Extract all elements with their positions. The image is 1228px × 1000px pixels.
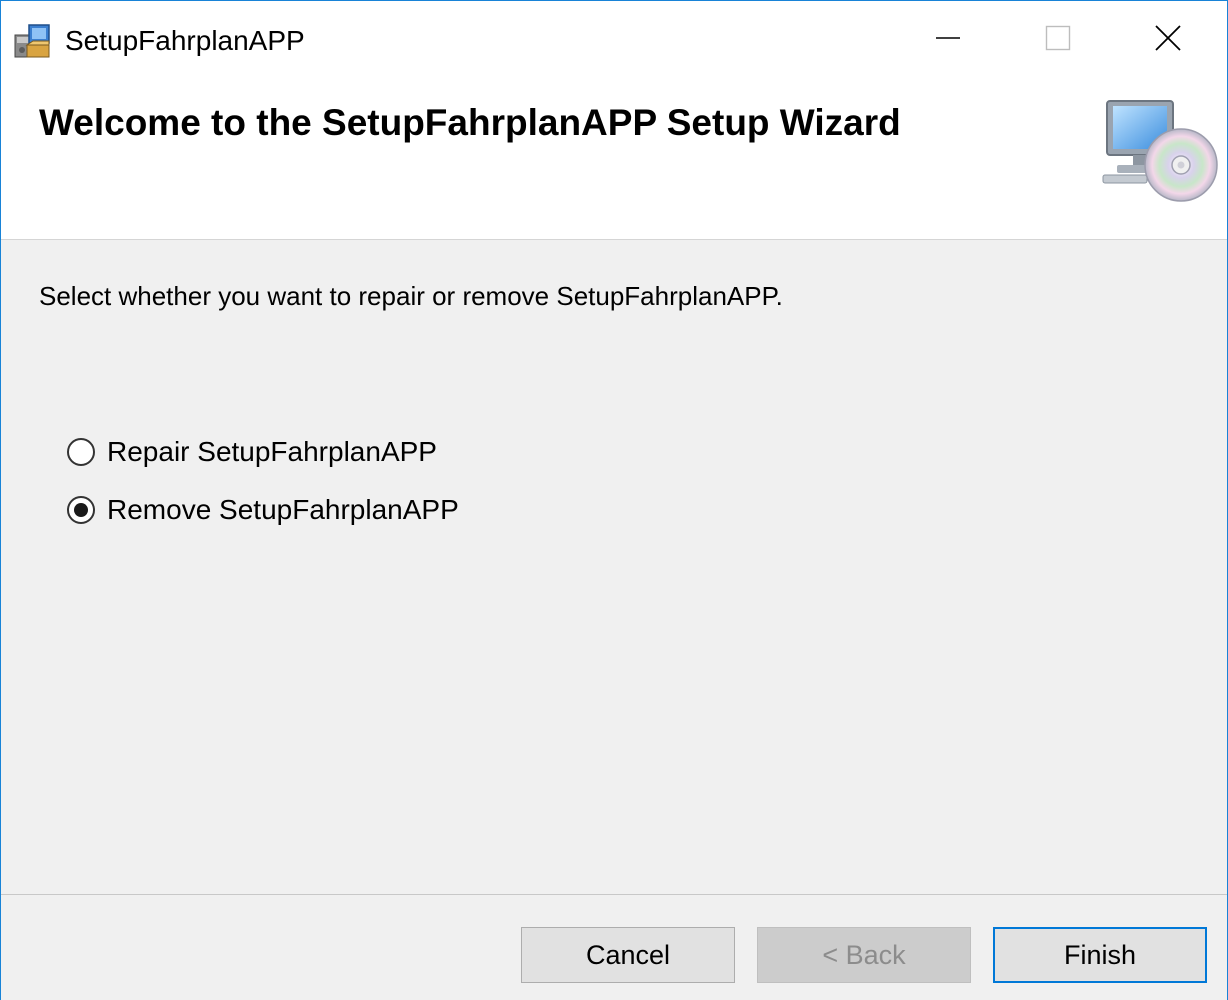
repair-option-label[interactable]: Repair SetupFahrplanAPP bbox=[107, 432, 437, 472]
repair-radio[interactable] bbox=[67, 438, 95, 466]
minimize-icon bbox=[935, 25, 961, 56]
instruction-text: Select whether you want to repair or rem… bbox=[39, 281, 783, 311]
radio-selected-dot bbox=[74, 503, 88, 517]
repair-option[interactable]: Repair SetupFahrplanAPP bbox=[67, 432, 437, 472]
title-bar[interactable]: SetupFahrplanAPP bbox=[1, 1, 1227, 79]
remove-option[interactable]: Remove SetupFahrplanAPP bbox=[67, 490, 459, 530]
remove-option-label[interactable]: Remove SetupFahrplanAPP bbox=[107, 490, 459, 530]
setup-wizard-window: SetupFahrplanAPP Welcome to the SetupFah… bbox=[0, 0, 1228, 1000]
close-icon bbox=[1154, 24, 1182, 57]
wizard-footer: Cancel < Back Finish bbox=[1, 894, 1227, 1000]
close-button[interactable] bbox=[1113, 1, 1223, 79]
computer-cd-icon bbox=[1099, 97, 1219, 209]
window-title: SetupFahrplanAPP bbox=[65, 25, 305, 56]
remove-radio[interactable] bbox=[67, 496, 95, 524]
back-button: < Back bbox=[757, 927, 971, 983]
installer-package-icon bbox=[13, 21, 53, 61]
maximize-icon bbox=[1045, 25, 1071, 56]
finish-button[interactable]: Finish bbox=[993, 927, 1207, 983]
cancel-button[interactable]: Cancel bbox=[521, 927, 735, 983]
wizard-body: Select whether you want to repair or rem… bbox=[1, 240, 1227, 894]
banner-title: Welcome to the SetupFahrplanAPP Setup Wi… bbox=[39, 102, 901, 143]
wizard-banner: Welcome to the SetupFahrplanAPP Setup Wi… bbox=[1, 79, 1227, 240]
minimize-button[interactable] bbox=[893, 1, 1003, 79]
maximize-button bbox=[1003, 1, 1113, 79]
